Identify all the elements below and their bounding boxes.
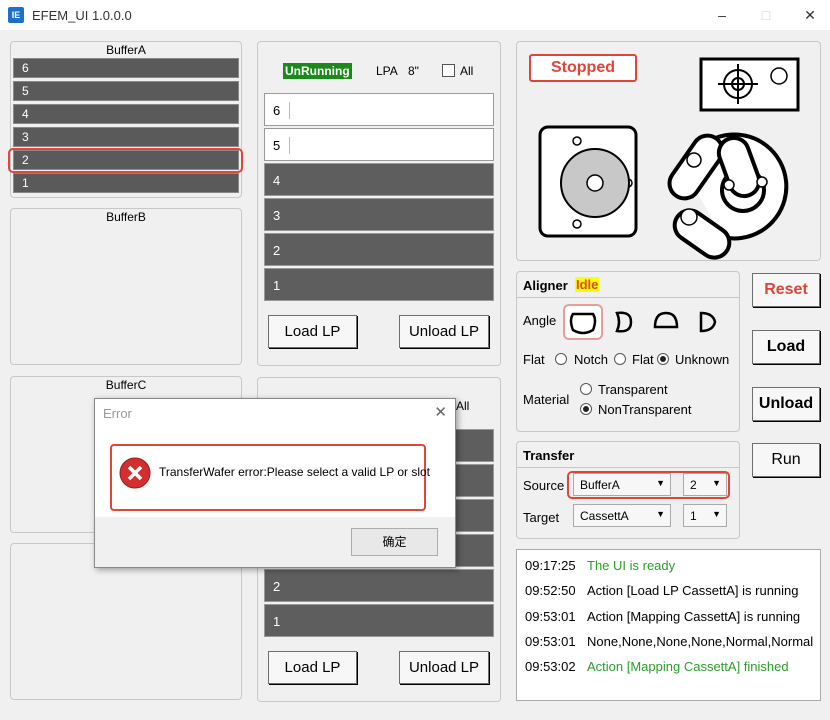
buffer-b-title: BufferB	[106, 210, 146, 224]
dialog-ok-button[interactable]: 确定	[351, 528, 438, 556]
window-title: EFEM_UI 1.0.0.0	[32, 8, 132, 23]
material-transparent-label: Transparent	[598, 382, 668, 397]
angle-option-notch-left-icon[interactable]	[609, 309, 635, 335]
selection-highlight	[8, 148, 243, 173]
aligner-title: Aligner	[523, 278, 568, 293]
material-label: Material	[523, 392, 570, 407]
angle-label: Angle	[523, 313, 557, 328]
log-message: Action [Mapping CassettA] is running	[587, 609, 801, 624]
lpb-load-button[interactable]: Load LP	[268, 651, 357, 684]
buffer-a-slot[interactable]: 6	[13, 58, 239, 78]
target-label: Target	[523, 510, 560, 525]
title-bar: IE EFEM_UI 1.0.0.0 – □ ✕	[0, 0, 830, 30]
buffer-c-title: BufferC	[105, 378, 147, 392]
flat-label: Flat	[523, 352, 545, 367]
lpa-slot[interactable]: 3	[264, 198, 494, 231]
lpb-slot[interactable]: 2	[264, 569, 494, 602]
log-message: The UI is ready	[587, 558, 676, 573]
buffer-a-panel: BufferA 6 5 4 3 2 1	[10, 41, 242, 198]
aligner-graphic	[699, 57, 800, 112]
lpa-load-button[interactable]: Load LP	[268, 315, 357, 348]
lpb-all-label: All	[456, 399, 470, 413]
source-label: Source	[523, 478, 565, 493]
unload-button[interactable]: Unload	[752, 387, 820, 421]
lpa-port-label: LPA	[376, 64, 398, 78]
log-time: 09:17:25	[525, 558, 576, 573]
flat-option-notch-radio[interactable]	[555, 353, 567, 365]
buffer-a-slot[interactable]: 1	[13, 173, 239, 193]
flat-option-notch-label: Notch	[574, 352, 608, 367]
buffer-a-slot[interactable]: 5	[13, 81, 239, 101]
error-dialog: Error ✕ TransferWafer error:Please selec…	[94, 398, 456, 568]
source-highlight	[567, 471, 730, 499]
angle-option-notch-right-icon[interactable]	[695, 309, 721, 335]
robot-diagram	[538, 57, 800, 260]
material-transparent-radio[interactable]	[580, 383, 592, 395]
target-slot-select[interactable]: 1 ▼	[683, 504, 727, 527]
lpa-unload-button[interactable]: Unload LP	[399, 315, 489, 348]
angle-option-selected[interactable]	[563, 304, 603, 340]
log-time: 09:53:02	[525, 659, 576, 674]
lpa-slot[interactable]: 2	[264, 233, 494, 266]
flat-option-unknown-label: Unknown	[675, 352, 730, 367]
lpa-slot[interactable]: 5	[264, 128, 494, 161]
maximize-button[interactable]: □	[756, 5, 776, 25]
target-location-select[interactable]: CassettA ▼	[573, 504, 671, 527]
stage-graphic	[538, 125, 638, 238]
lpa-slot[interactable]: 1	[264, 268, 494, 301]
log-message: Action [Load LP CassettA] is running	[587, 583, 799, 598]
app-icon: IE	[8, 7, 24, 23]
reset-button[interactable]: Reset	[752, 273, 820, 307]
lpa-all-checkbox[interactable]	[442, 64, 455, 77]
lpa-status-badge: UnRunning	[283, 63, 352, 79]
material-nontransparent-radio[interactable]	[580, 403, 592, 415]
buffer-a-slot[interactable]: 4	[13, 104, 239, 124]
lpa-size-label: 8"	[408, 64, 419, 78]
dialog-message: TransferWafer error:Please select a vali…	[159, 465, 430, 479]
lpa-panel: UnRunning LPA 8" All 6 5 4 3 2 1 Load LP…	[257, 41, 501, 366]
lpa-slot[interactable]: 4	[264, 163, 494, 196]
log-message: None,None,None,None,Normal,Normal	[587, 634, 814, 649]
material-nontransparent-label: NonTransparent	[598, 402, 692, 417]
lpb-slot[interactable]: 1	[264, 604, 494, 637]
log-time: 09:53:01	[525, 634, 576, 649]
minimize-button[interactable]: –	[712, 5, 732, 25]
log-time: 09:53:01	[525, 609, 576, 624]
dialog-title: Error	[103, 406, 132, 421]
log-time: 09:52:50	[525, 583, 576, 598]
error-icon	[119, 457, 151, 489]
angle-option-flat-bottom-icon[interactable]	[651, 309, 681, 335]
robot-panel: Stopped	[516, 41, 821, 261]
lpa-slot[interactable]: 6	[264, 93, 494, 126]
log-message: Action [Mapping CassettA] finished	[587, 659, 789, 674]
buffer-a-title: BufferA	[106, 43, 146, 57]
log-panel: 09:17:25 The UI is ready 09:52:50 Action…	[516, 549, 821, 701]
flat-option-flat-label: Flat	[632, 352, 654, 367]
close-window-button[interactable]: ✕	[800, 5, 820, 25]
aligner-panel: Aligner Idle Angle Flat Notch Flat Unkno…	[516, 271, 740, 432]
robot-arm-graphic	[667, 132, 789, 260]
buffer-a-slot[interactable]: 3	[13, 127, 239, 147]
flat-option-unknown-radio[interactable]	[657, 353, 669, 365]
transfer-title: Transfer	[523, 448, 575, 463]
flat-option-flat-radio[interactable]	[614, 353, 626, 365]
aligner-status-badge: Idle	[575, 277, 600, 292]
buffer-b-panel: BufferB	[10, 208, 242, 365]
run-button[interactable]: Run	[752, 443, 820, 477]
load-button[interactable]: Load	[752, 330, 820, 364]
dialog-close-icon[interactable]: ✕	[434, 403, 447, 421]
lpb-unload-button[interactable]: Unload LP	[399, 651, 489, 684]
lpa-all-label: All	[460, 64, 474, 78]
